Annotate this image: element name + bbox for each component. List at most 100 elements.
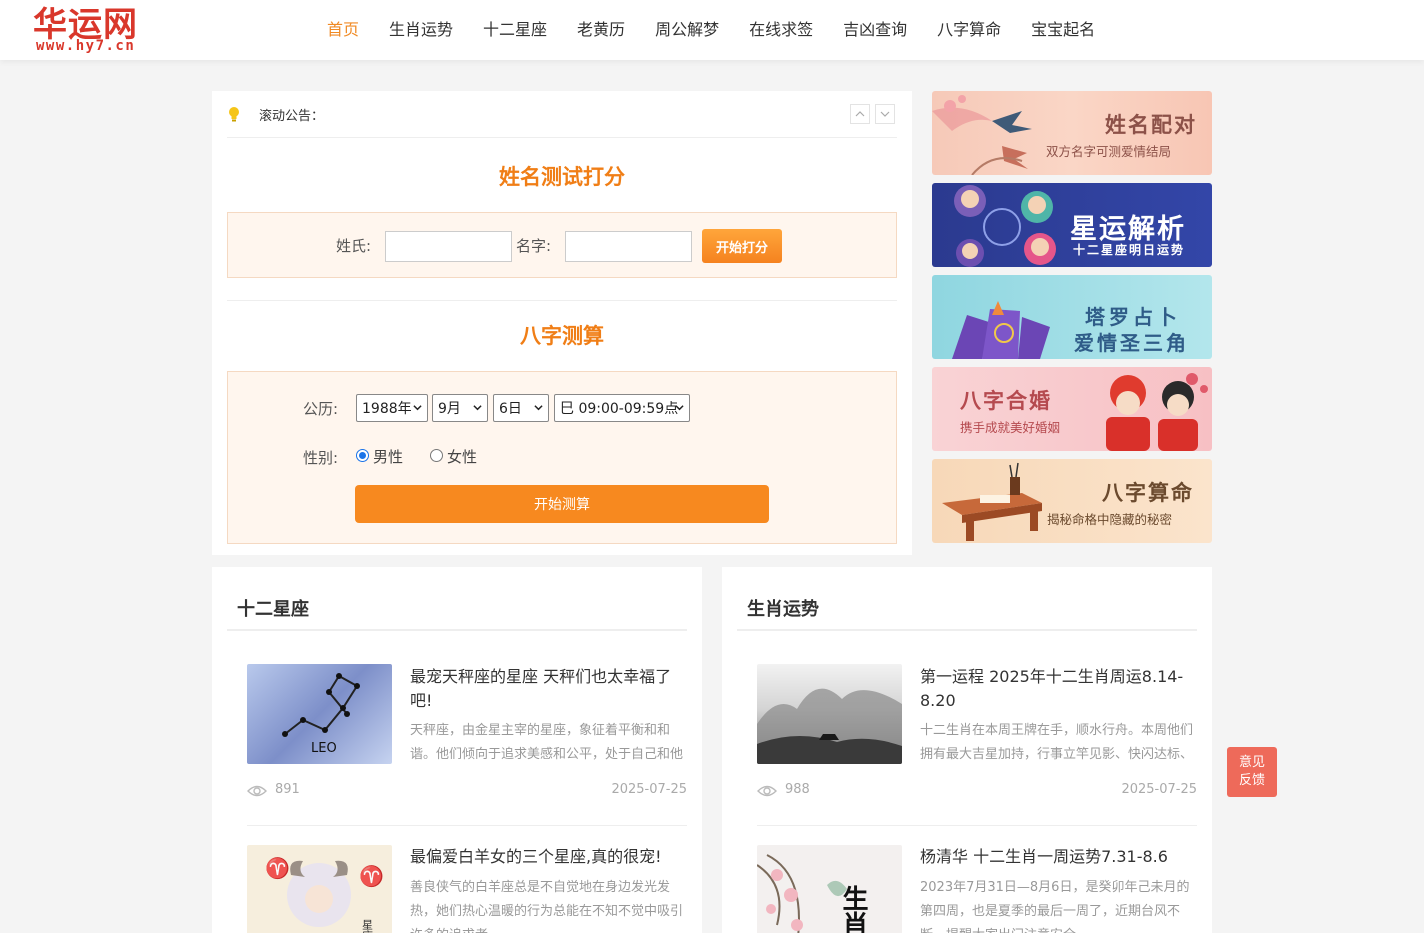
- shengxiao-list-title: 生肖运势: [747, 599, 819, 620]
- swallow-illustration: [932, 95, 1032, 175]
- banner-subtitle: 双方名字可测爱情结局: [1046, 144, 1172, 159]
- female-radio[interactable]: [430, 449, 443, 462]
- bazi-title: 八字测算: [520, 324, 604, 348]
- nav-shengxiao[interactable]: 生肖运势: [374, 0, 468, 60]
- article-summary: 天秤座，由金星主宰的星座，象征着平衡和和谐。他们倾向于追求美感和公平，处于自己和…: [410, 723, 684, 762]
- gender-label: 性别:: [303, 449, 339, 467]
- blossom-illustration: 生肖: [757, 854, 868, 933]
- zodiac-list-title: 十二星座: [237, 599, 309, 620]
- tarot-cards-illustration: [952, 301, 1050, 359]
- start-calc-button[interactable]: 开始测算: [355, 485, 769, 523]
- article-thumbnail[interactable]: 生肖: [757, 845, 902, 933]
- chevron-down-icon: [473, 405, 482, 411]
- feedback-line-2: 反馈: [1238, 773, 1265, 788]
- banner-bazi-fortune[interactable]: 八字算命 揭秘命格中隐藏的秘密: [932, 459, 1212, 543]
- article-title[interactable]: 第一运程 2025年十二生肖周运8.14-8.20: [920, 665, 1198, 713]
- eye-icon: [247, 785, 267, 797]
- notice-label: 滚动公告：: [259, 109, 325, 124]
- thumb-caption: 星座: [361, 919, 374, 933]
- day-value: 6日: [499, 401, 522, 417]
- banner-bazi-marriage[interactable]: 八字合婚 携手成就美好婚姻: [932, 367, 1212, 451]
- start-score-button[interactable]: 开始打分: [702, 229, 782, 263]
- leo-constellation-illustration: LEO: [282, 673, 360, 756]
- nav-qiuqian[interactable]: 在线求签: [734, 0, 828, 60]
- title-underline: [227, 629, 687, 631]
- banner-title: 姓名配对: [1105, 112, 1197, 137]
- article-summary: 2023年7月31日—8月6日，是癸卯年己未月的第四周，也是夏季的最后一周了，近…: [920, 880, 1190, 933]
- surname-input[interactable]: [385, 231, 512, 262]
- surname-label: 姓氏:: [336, 237, 372, 255]
- item-divider: [757, 825, 1197, 826]
- year-value: 1988年: [362, 401, 412, 417]
- month-select[interactable]: 9月: [432, 394, 488, 422]
- ink-landscape-illustration: [757, 688, 902, 764]
- banner-title: 塔罗占卜: [1085, 305, 1181, 329]
- male-label[interactable]: 男性: [373, 446, 403, 467]
- site-logo[interactable]: 华运网 www.hy7.cn: [33, 0, 163, 60]
- svg-text:♈: ♈: [359, 864, 384, 888]
- name-test-title: 姓名测试打分: [499, 165, 625, 189]
- nav-jixiong[interactable]: 吉凶查询: [828, 0, 922, 60]
- thumb-caption: 生肖: [838, 885, 868, 933]
- banner-subtitle: 携手成就美好婚姻: [960, 420, 1061, 435]
- logo-url: www.hy7.cn: [36, 38, 136, 54]
- title-underline: [737, 629, 1197, 631]
- female-label[interactable]: 女性: [447, 446, 477, 467]
- banner-title: 八字合婚: [960, 388, 1052, 413]
- article-title[interactable]: 最偏爱白羊女的三个星座,真的很宠!: [410, 845, 688, 869]
- article-thumbnail[interactable]: LEO: [247, 664, 392, 764]
- banner-name-match[interactable]: 姓名配对 双方名字可测爱情结局: [932, 91, 1212, 175]
- article-thumbnail[interactable]: ♈ ♈ 星座: [247, 845, 392, 933]
- chevron-down-icon: [675, 405, 684, 411]
- banner-tarot[interactable]: 塔罗占卜 爱情圣三角: [932, 275, 1212, 359]
- article-title[interactable]: 最宠天秤座的星座 天秤们也太幸福了吧!: [410, 665, 688, 713]
- male-radio[interactable]: [356, 449, 369, 462]
- nav-bazi[interactable]: 八字算命: [922, 0, 1016, 60]
- year-select[interactable]: 1988年: [356, 394, 428, 422]
- view-count: 988: [785, 782, 810, 797]
- hour-select[interactable]: 巳 09:00-09:59点: [554, 394, 690, 422]
- publish-date: 2025-07-25: [1121, 782, 1197, 797]
- article-thumbnail[interactable]: [757, 664, 902, 764]
- shengxiao-list-panel: 生肖运势 第一运程 2025年十二生肖周运8.14-8.20 十二生肖在本周王牌…: [722, 567, 1212, 933]
- notice-next-button[interactable]: [875, 104, 895, 124]
- notice-bar: 滚动公告：: [227, 91, 897, 138]
- main-panel: 滚动公告： 姓名测试打分 姓氏: 名字: 开始打分 八字测算 公历: 1988年…: [212, 91, 912, 555]
- view-count: 891: [275, 782, 300, 797]
- banner-star-analysis[interactable]: 星运解析 十二星座明日运势: [932, 183, 1212, 267]
- chevron-down-icon: [413, 405, 422, 411]
- nav-jiemeng[interactable]: 周公解梦: [640, 0, 734, 60]
- site-header: 华运网 www.hy7.cn 首页 生肖运势 十二星座 老黄历 周公解梦 在线求…: [0, 0, 1424, 60]
- given-name-input[interactable]: [565, 231, 692, 262]
- banner-title: 八字算命: [1102, 480, 1194, 505]
- bazi-form: 公历: 1988年 9月 6日 巳 09:00-09:59点 性别: 男性 女性…: [227, 371, 897, 544]
- article-summary: 十二生肖在本周王牌在手，顺水行舟。本周他们拥有最大吉星加持，行事立竿见影、快闪达…: [920, 723, 1194, 762]
- thumb-caption: LEO: [311, 741, 337, 756]
- nav-huangli[interactable]: 老黄历: [562, 0, 640, 60]
- aries-illustration: ♈ ♈ 星座: [265, 856, 384, 933]
- article-title[interactable]: 杨清华 十二生肖一周运势7.31-8.6: [920, 845, 1198, 869]
- nav-xingzuo[interactable]: 十二星座: [468, 0, 562, 60]
- feedback-line-1: 意见: [1238, 755, 1265, 770]
- chevron-down-icon: [880, 111, 890, 117]
- hour-value: 巳 09:00-09:59点: [560, 401, 679, 417]
- banner-subtitle: 十二星座明日运势: [1073, 243, 1186, 257]
- publish-date: 2025-07-25: [611, 782, 687, 797]
- feedback-button[interactable]: 意见 反馈: [1227, 747, 1277, 797]
- notice-prev-button[interactable]: [850, 104, 870, 124]
- zodiac-list-panel: 十二星座 LEO 最宠天秤座的星座 天秤们也太幸福了吧! 天秤座，由金星主宰的星…: [212, 567, 702, 933]
- banner-subtitle: 揭秘命格中隐藏的秘密: [1047, 512, 1173, 527]
- eye-icon: [757, 785, 777, 797]
- nav-home[interactable]: 首页: [312, 0, 374, 60]
- chevron-down-icon: [534, 405, 543, 411]
- svg-text:♈: ♈: [265, 856, 290, 880]
- given-name-label: 名字:: [516, 237, 552, 255]
- nav-qiming[interactable]: 宝宝起名: [1016, 0, 1110, 60]
- month-value: 9月: [438, 401, 461, 417]
- chevron-up-icon: [855, 111, 865, 117]
- zodiac-illustration: [954, 185, 1056, 267]
- day-select[interactable]: 6日: [493, 394, 549, 422]
- couple-illustration: [1106, 373, 1208, 451]
- article-summary: 善良侠气的白羊座总是不自觉地在身边发光发热，她们热心温暖的行为总能在不知不觉中吸…: [410, 880, 684, 933]
- banner-subtitle: 爱情圣三角: [1074, 331, 1189, 355]
